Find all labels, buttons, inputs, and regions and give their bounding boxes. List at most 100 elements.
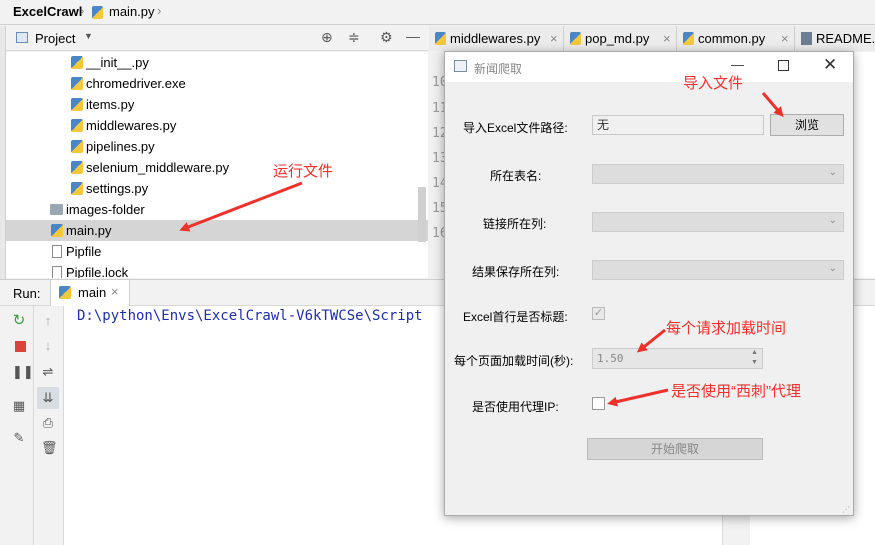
tree-item[interactable]: pipelines.py [6, 136, 428, 157]
tree-item-label: __init__.py [86, 55, 149, 70]
tab-label: pop_md.py [585, 31, 650, 46]
project-panel-header: Project ▼ ⊕ ≑ ⚙ — [0, 26, 428, 51]
minimize-icon[interactable]: — [406, 28, 420, 44]
tree-item[interactable]: middlewares.py [6, 115, 428, 136]
tab-label: README.m [816, 31, 875, 46]
start-crawl-button[interactable]: 开始爬取 [587, 438, 763, 460]
python-file-icon [435, 32, 446, 45]
tab-pop-md[interactable]: pop_md.py × [564, 26, 677, 51]
console-line: D:\python\Envs\ExcelCrawl-V6kTWCSe\Scrip… [77, 308, 423, 324]
project-tree: __init__.py chromedriver.exe items.py mi… [6, 52, 428, 278]
header-row-label: Excel首行是否标题: [463, 310, 568, 324]
breadcrumb: ExcelCrawl › main.py › [0, 0, 875, 25]
tree-item[interactable]: items.py [6, 94, 428, 115]
resize-grip-icon[interactable]: ⋰ [842, 505, 850, 514]
pause-icon[interactable]: ❚❚ [12, 365, 34, 379]
tree-item[interactable]: __init__.py [6, 52, 428, 73]
collapse-icon[interactable]: ≑ [348, 29, 360, 46]
stop-icon[interactable] [13, 341, 27, 355]
tree-item-label: settings.py [86, 181, 149, 196]
sheet-name-select[interactable]: ⌄ [592, 164, 844, 184]
arrow-down-icon[interactable]: ↓ [41, 339, 55, 353]
close-icon[interactable]: × [550, 26, 558, 51]
file-icon [52, 266, 62, 278]
breadcrumb-project[interactable]: ExcelCrawl [13, 4, 82, 19]
dropdown-arrow-icon[interactable]: ▼ [84, 31, 93, 41]
pin-icon[interactable]: ✎ [12, 431, 26, 445]
rerun-icon[interactable]: ↻ [12, 313, 26, 328]
editor-tabs: middlewares.py × pop_md.py × common.py ×… [429, 26, 875, 51]
tree-item[interactable]: chromedriver.exe [6, 73, 428, 94]
proxy-label: 是否使用代理IP: [472, 400, 559, 414]
result-column-select[interactable]: ⌄ [592, 260, 844, 280]
tree-item-label: selenium_middleware.py [86, 160, 230, 175]
locate-icon[interactable]: ⊕ [321, 29, 333, 46]
python-file-icon [71, 182, 83, 195]
file-icon [52, 245, 62, 258]
tree-item[interactable]: Pipfile.lock [6, 262, 428, 278]
proxy-checkbox[interactable] [592, 397, 605, 410]
chevron-right-icon: › [80, 3, 85, 18]
tree-item-label: Pipfile.lock [66, 265, 129, 278]
result-column-label: 结果保存所在列: [472, 265, 560, 279]
python-file-icon [71, 140, 83, 153]
tree-scrollbar[interactable] [418, 187, 426, 242]
link-column-select[interactable]: ⌄ [592, 212, 844, 232]
close-icon[interactable]: × [111, 284, 119, 299]
tree-item-label: chromedriver.exe [86, 76, 186, 91]
tree-item-label: main.py [66, 223, 112, 238]
annotation-import-file: 导入文件 [683, 75, 744, 92]
tab-readme[interactable]: README.m [795, 26, 875, 51]
sheet-name-label: 所在表名: [490, 169, 542, 183]
python-file-icon [71, 161, 83, 174]
browse-button[interactable]: 浏览 [770, 114, 844, 136]
tree-item[interactable]: Pipfile [6, 241, 428, 262]
tab-label: common.py [698, 31, 766, 46]
gear-icon[interactable]: ⚙ [380, 29, 393, 46]
tab-label: middlewares.py [450, 31, 541, 46]
tree-item[interactable]: settings.py [6, 178, 428, 199]
tab-middlewares[interactable]: middlewares.py × [429, 26, 564, 51]
close-window-icon[interactable]: ✕ [823, 55, 837, 75]
project-panel-title[interactable]: Project [35, 31, 75, 46]
annotation-load-time: 每个请求加载时间 [666, 320, 787, 337]
tab-common[interactable]: common.py × [677, 26, 795, 51]
load-time-spinbox[interactable]: 1.50 [592, 348, 763, 369]
close-icon[interactable]: × [781, 26, 789, 51]
annotation-run-file: 运行文件 [273, 163, 334, 180]
dialog-titlebar[interactable]: 新闻爬取 — ✕ [445, 52, 853, 82]
python-file-icon [71, 98, 83, 111]
header-row-checkbox[interactable]: ✓ [592, 307, 605, 320]
python-file-icon [683, 32, 694, 45]
tree-item-folder[interactable]: images-folder [6, 199, 428, 220]
python-file-icon [59, 286, 71, 299]
close-icon[interactable]: × [663, 26, 671, 51]
trash-icon[interactable]: 🗑 [41, 441, 58, 455]
python-file-icon [71, 77, 83, 90]
run-tab-main[interactable]: main × [50, 280, 130, 306]
spin-up-icon[interactable]: ▲ [751, 349, 758, 356]
arrow-up-icon[interactable]: ↑ [41, 314, 55, 328]
print-icon[interactable]: ⎙ [41, 416, 55, 430]
run-label: Run: [13, 286, 41, 301]
excel-path-input[interactable]: 无 [592, 115, 764, 135]
run-toolbar: ↻ ❚❚ ▦ ✎ [6, 306, 34, 545]
link-column-label: 链接所在列: [483, 217, 547, 231]
markdown-file-icon [801, 32, 812, 45]
python-file-icon [71, 119, 83, 132]
folder-icon [50, 204, 63, 215]
scroll-to-end-icon[interactable]: ⇊ [37, 387, 59, 409]
tree-item-label: items.py [86, 97, 135, 112]
spin-down-icon[interactable]: ▼ [751, 359, 758, 366]
tree-item-selected[interactable]: main.py [6, 220, 428, 241]
soft-wrap-icon[interactable]: ⇌ [41, 365, 55, 379]
minimize-window-icon[interactable]: — [731, 57, 744, 72]
python-file-icon [92, 6, 103, 19]
tree-item-label: middlewares.py [86, 118, 177, 133]
maximize-window-icon[interactable] [778, 60, 789, 71]
chevron-down-icon: ⌄ [828, 263, 837, 274]
tree-item[interactable]: selenium_middleware.py [6, 157, 428, 178]
layout-icon[interactable]: ▦ [12, 399, 26, 413]
chevron-down-icon: ⌄ [828, 215, 837, 226]
breadcrumb-file[interactable]: main.py [109, 4, 155, 19]
